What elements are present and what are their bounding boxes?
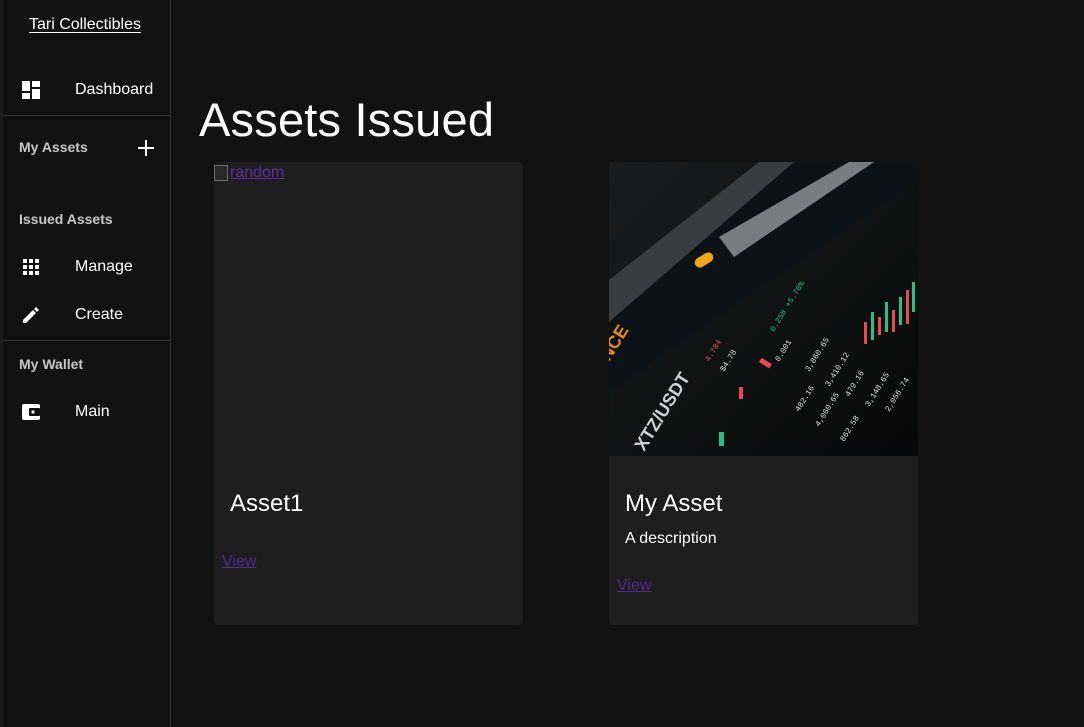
sidebar-divider: [3, 340, 170, 341]
sidebar-item-label: Main: [75, 403, 110, 420]
sidebar-item-main[interactable]: Main: [0, 392, 170, 432]
apps-grid-icon: [21, 257, 41, 277]
sidebar-item-dashboard[interactable]: Dashboard: [0, 70, 170, 110]
trading-screen-photo: NCE XTZ/USDT 4.784 $4.78 0.258 +5.70% 0.…: [609, 162, 918, 456]
sidebar-item-label: Manage: [75, 258, 133, 275]
app-brand-link[interactable]: Tari Collectibles: [0, 16, 170, 34]
sidebar-item-label: Dashboard: [75, 81, 154, 98]
asset-image: NCE XTZ/USDT 4.784 $4.78 0.258 +5.70% 0.…: [609, 162, 918, 456]
asset-description: A description: [625, 530, 717, 547]
asset-image: random: [214, 162, 523, 456]
broken-image-icon: [214, 165, 228, 181]
image-alt-text: random: [230, 164, 285, 181]
sidebar-divider: [3, 115, 170, 116]
view-link[interactable]: View: [617, 577, 651, 595]
view-link[interactable]: View: [222, 553, 256, 571]
page-title: Assets Issued: [199, 93, 495, 146]
add-asset-button[interactable]: [135, 137, 157, 159]
asset-card: NCE XTZ/USDT 4.784 $4.78 0.258 +5.70% 0.…: [609, 162, 918, 625]
pencil-icon: [21, 305, 41, 325]
asset-title: My Asset: [625, 490, 723, 517]
my-wallet-heading: My Wallet: [19, 356, 84, 372]
broken-image-placeholder: random: [214, 164, 284, 182]
sidebar-item-manage[interactable]: Manage: [0, 247, 170, 287]
dashboard-icon: [21, 80, 41, 100]
my-assets-heading: My Assets: [19, 139, 88, 155]
sidebar: Tari Collectibles Dashboard My Assets Is…: [0, 0, 171, 727]
app-root: Tari Collectibles Dashboard My Assets Is…: [0, 0, 1084, 727]
sidebar-item-label: Create: [75, 306, 124, 323]
plus-icon: [138, 140, 154, 156]
main-content: Assets Issued random Asset1 View NCE XTZ…: [171, 0, 1084, 727]
sidebar-item-create[interactable]: Create: [0, 295, 170, 335]
asset-card: random Asset1 View: [214, 162, 523, 625]
wallet-icon: [21, 402, 41, 422]
issued-assets-heading: Issued Assets: [19, 211, 113, 227]
asset-title: Asset1: [230, 490, 304, 517]
